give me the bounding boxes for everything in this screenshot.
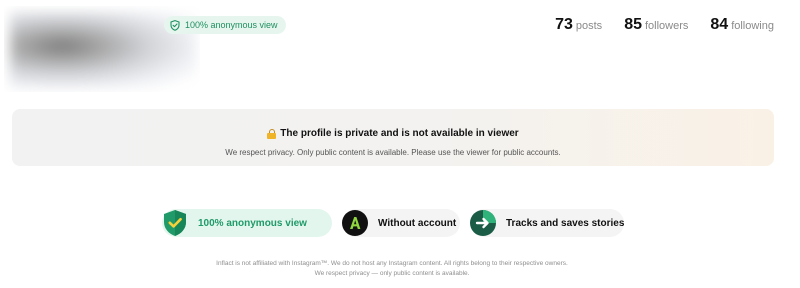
stat-followers: 85 followers [624,16,688,34]
footer-line-1: Inflact is not affiliated with Instagram… [216,260,568,267]
arrow-right-icon [470,210,496,236]
stat-posts: 73 posts [555,16,602,34]
stat-posts-label: posts [575,20,603,32]
notice-title-row: The profile is private and is not availa… [267,128,519,139]
lock-icon [267,129,277,139]
feature-tracks-stories-label: Tracks and saves stories [506,217,625,229]
profile-viewer-page: 100% anonymous view 73 posts 85 followers … [0,0,800,288]
stat-followers-label: followers [644,20,689,32]
anonymous-view-badge-label: 100% anonymous view [185,20,278,30]
private-profile-notice: The profile is private and is not availa… [12,109,774,166]
feature-list: 100% anonymous view Without account Trac… [162,209,624,237]
anonymous-view-badge: 100% anonymous view [164,16,286,34]
footer-line-2: We respect privacy — only public content… [314,270,470,277]
profile-stats: 73 posts 85 followers 84 following [555,16,774,34]
footer-disclaimer: Inflact is not affiliated with Instagram… [0,259,784,279]
stat-followers-value: 85 [624,16,642,33]
stat-posts-value: 73 [555,16,573,33]
notice-subtitle: We respect privacy. Only public content … [225,148,561,157]
notice-title: The profile is private and is not availa… [280,128,519,139]
stat-following: 84 following [710,16,774,34]
feature-tracks-stories: Tracks and saves stories [470,209,624,237]
stat-following-label: following [731,20,774,32]
feature-anonymous-view-label: 100% anonymous view [198,217,307,229]
shield-check-icon [162,210,188,236]
stat-following-value: 84 [710,16,729,33]
shield-check-icon [170,19,180,31]
feature-without-account-label: Without account [378,217,457,229]
account-logo-icon [342,210,368,236]
feature-without-account: Without account [342,209,460,237]
feature-anonymous-view: 100% anonymous view [162,209,332,237]
